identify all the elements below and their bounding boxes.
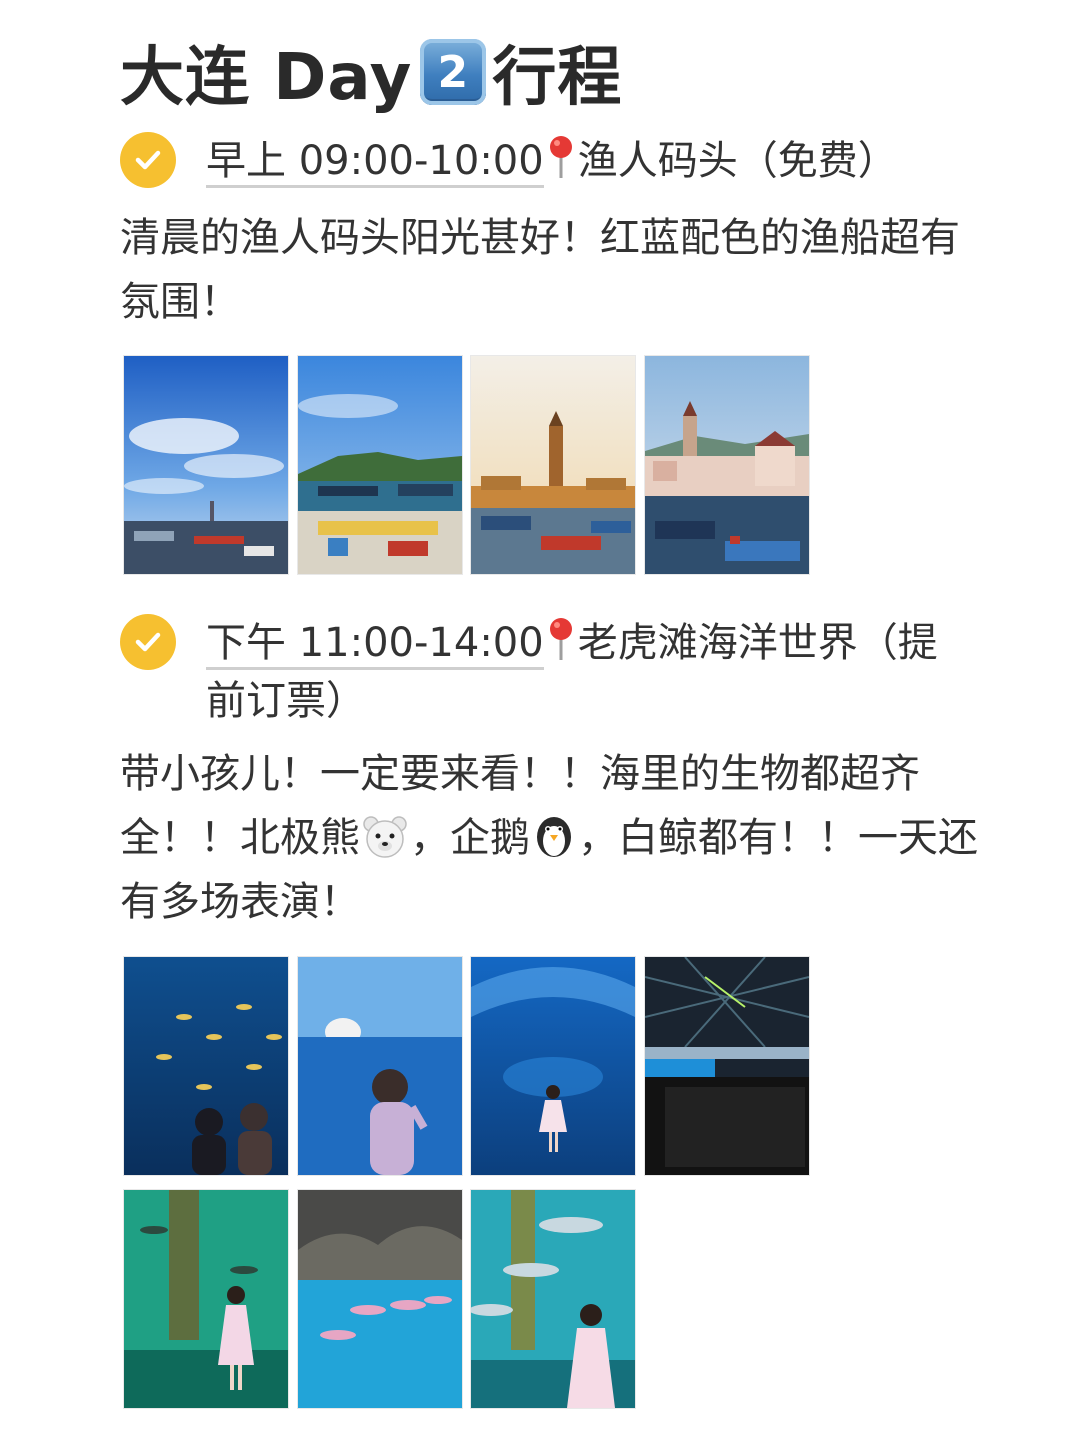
dolphin-pool-photo	[297, 1189, 463, 1409]
section-2-description: 带小孩儿！一定要来看！！海里的生物都超齐全！！北极熊 ，企鹅 ，白鲸都有！！一天还有…	[120, 742, 980, 934]
show-arena-audience-photo	[644, 956, 810, 1176]
fishing-harbor-sky-photo	[123, 355, 289, 575]
title-text-after: 行程	[492, 41, 623, 115]
polar-bear-emoji	[363, 816, 407, 858]
section-1-description: 清晨的渔人码头阳光甚好！红蓝配色的渔船超有氛围！	[120, 215, 960, 325]
location-pin-icon	[549, 618, 572, 660]
castle-harbor-boats-photo	[644, 355, 810, 575]
title-text-before: 大连 Day	[120, 41, 413, 115]
section-2-header: 下午 11:00-14:00 老虎滩海洋世界（提前订票）	[120, 614, 966, 730]
section-1-place: 渔人码头（免费）	[577, 138, 898, 184]
page-title: 大连 Day 2 行程	[120, 26, 622, 118]
keycap-number: 2	[437, 46, 470, 98]
section-1-time: 早上 09:00-10:00	[206, 138, 544, 188]
aquarium-fish-tank-photo	[123, 956, 289, 1176]
check-circle-icon	[120, 614, 176, 670]
page: 大连 Day 2 行程 早上 09:00-10:00 渔人码头（免费） 清晨的渔人…	[0, 0, 1080, 1440]
section-1-heading: 早上 09:00-10:00 渔人码头（免费）	[206, 132, 966, 190]
check-circle-icon	[120, 132, 176, 188]
green-tank-girl-photo	[123, 1189, 289, 1409]
location-pin-icon	[549, 136, 572, 178]
polar-bear-tank-photo	[297, 956, 463, 1176]
penguin-emoji	[537, 817, 571, 857]
section-1-header: 早上 09:00-10:00 渔人码头（免费）	[120, 132, 966, 190]
harbor-boats-mountain-photo	[297, 355, 463, 575]
fish-tank-girl-photo	[470, 1189, 636, 1409]
section-2-description-part2: ，企鹅	[410, 815, 530, 861]
keycap-number-icon: 2	[420, 39, 487, 105]
section-2-time: 下午 11:00-14:00	[206, 620, 544, 670]
lighthouse-sunset-photo	[470, 355, 636, 575]
section-2-heading: 下午 11:00-14:00 老虎滩海洋世界（提前订票）	[206, 614, 966, 730]
aquarium-tunnel-girl-photo	[470, 956, 636, 1176]
